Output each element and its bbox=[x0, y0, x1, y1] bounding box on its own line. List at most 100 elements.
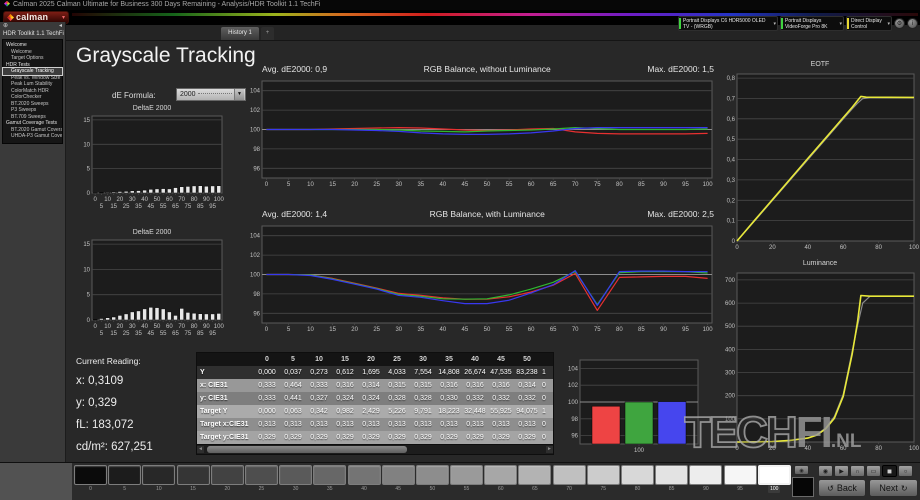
svg-text:65: 65 bbox=[550, 327, 557, 333]
table-row-x-cie31[interactable]: x: CIE31 0,333 0,464 0,333 0,316 0,314 0,315 0,… bbox=[197, 379, 553, 392]
gray-patch-label: 40 bbox=[361, 486, 367, 492]
add-tab-button[interactable]: + bbox=[261, 27, 274, 40]
gray-patch-40[interactable]: 40 bbox=[347, 465, 381, 493]
gray-patch-20[interactable]: 20 bbox=[210, 465, 244, 493]
gray-patch-75[interactable]: 75 bbox=[586, 465, 620, 493]
gray-patch-45[interactable]: 45 bbox=[381, 465, 415, 493]
table-cell: 0,329 bbox=[492, 434, 510, 441]
svg-text:60: 60 bbox=[840, 245, 847, 251]
sidebar-collapse-icon[interactable]: ◂ bbox=[59, 22, 62, 30]
gray-patch-60[interactable]: 60 bbox=[484, 465, 518, 493]
table-cell: 0,332 bbox=[518, 395, 536, 402]
svg-text:85: 85 bbox=[638, 182, 645, 188]
svg-text:0,1: 0,1 bbox=[727, 219, 736, 225]
table-cell: 0,000 bbox=[258, 408, 276, 415]
gray-patch-35[interactable]: 35 bbox=[313, 465, 347, 493]
table-cell: 0,316 bbox=[492, 382, 510, 389]
table-cell-clipped: 1 bbox=[542, 408, 546, 415]
table-column-header: 50 bbox=[523, 356, 531, 363]
info-button[interactable]: i bbox=[907, 18, 918, 29]
pattern-preview[interactable] bbox=[792, 477, 814, 497]
table-cell: 0,313 bbox=[284, 421, 302, 428]
svg-text:15: 15 bbox=[329, 182, 336, 188]
scroll-left-arrow-icon[interactable]: ◄ bbox=[197, 446, 204, 453]
probe-icon[interactable]: ∩ bbox=[850, 465, 865, 477]
sidebar-item-gamut-coverage-tests[interactable]: Gamut Coverage Tests bbox=[3, 120, 62, 127]
svg-text:40: 40 bbox=[141, 197, 148, 203]
svg-text:20: 20 bbox=[351, 182, 358, 188]
de-formula-label: dE Formula: bbox=[112, 91, 156, 100]
gray-patch-100[interactable]: 100 bbox=[757, 465, 791, 493]
rgb-bars-chart: 96 98 100 102 104 100 bbox=[558, 352, 712, 460]
sidebar-expand-icon[interactable]: ⊕ bbox=[3, 22, 8, 30]
svg-text:95: 95 bbox=[682, 182, 689, 188]
device-dropdown-portrait-displays-c6[interactable]: Portrait Displays C6 HDR5000 OLED TV - (… bbox=[678, 16, 778, 31]
gray-patch-swatch bbox=[723, 465, 757, 485]
scrollbar-thumb[interactable] bbox=[207, 446, 407, 453]
gray-patch-65[interactable]: 65 bbox=[518, 465, 552, 493]
gray-patch-95[interactable]: 95 bbox=[723, 465, 757, 493]
pattern-window-icon[interactable]: ◼ bbox=[882, 465, 897, 477]
table-row-y[interactable]: Y 0,000 0,037 0,273 0,612 1,695 4,033 7,554 14,8… bbox=[197, 366, 553, 379]
gray-patch-90[interactable]: 90 bbox=[689, 465, 723, 493]
svg-text:55: 55 bbox=[160, 331, 167, 337]
gray-patch-30[interactable]: 30 bbox=[279, 465, 313, 493]
tab-history-1[interactable]: History 1 bbox=[221, 27, 259, 40]
table-row-target-y[interactable]: Target Y 0,000 0,063 0,342 0,982 2,429 5,226 9,… bbox=[197, 405, 553, 418]
measurement-table: 0 5 10 15 20 25 30 35 40 45 50 Y 0,000 0,037 0,273 0,6… bbox=[196, 352, 554, 455]
gray-patch-85[interactable]: 85 bbox=[655, 465, 689, 493]
gray-patch-25[interactable]: 25 bbox=[244, 465, 278, 493]
gray-patch-0[interactable]: 0 bbox=[74, 465, 107, 493]
sidebar-item-uhda-p3-gamut-coverage[interactable]: UHDA-P3 Gamut Coverage bbox=[3, 133, 62, 140]
gray-patch-15[interactable]: 15 bbox=[176, 465, 210, 493]
gray-patch-70[interactable]: 70 bbox=[552, 465, 586, 493]
table-cell: 0,441 bbox=[284, 395, 302, 402]
svg-text:96: 96 bbox=[571, 434, 578, 440]
gray-patch-swatch bbox=[142, 465, 176, 485]
svg-text:80: 80 bbox=[616, 182, 623, 188]
sidebar-item-grayscale-tracking[interactable]: Grayscale Tracking bbox=[2, 67, 63, 76]
settings-button[interactable]: ⚙ bbox=[894, 18, 905, 29]
gray-patch-50[interactable]: 50 bbox=[415, 465, 449, 493]
gray-patch-swatch bbox=[176, 465, 210, 485]
gray-patch-80[interactable]: 80 bbox=[621, 465, 654, 493]
target-icon[interactable]: ◉ bbox=[818, 465, 833, 477]
table-cell: 0,329 bbox=[518, 434, 536, 441]
top-banner: calman ▾ Portrait Displays C6 HDR5000 OL… bbox=[0, 10, 920, 31]
device-dropdown-portrait-displays-videoforge[interactable]: Portrait Displays VideoForge Pro 8K ▾ bbox=[780, 16, 844, 31]
next-button[interactable]: Next ↻ bbox=[869, 479, 918, 497]
table-cell: 0,328 bbox=[414, 395, 432, 402]
chevron-down-icon[interactable]: ▼ bbox=[234, 89, 244, 100]
play-icon[interactable]: ▶ bbox=[834, 465, 849, 477]
table-cell: 0,327 bbox=[310, 395, 328, 402]
svg-text:70: 70 bbox=[178, 197, 185, 203]
pattern-options-button[interactable]: ◉ bbox=[794, 465, 809, 475]
main-menu-caret-icon[interactable]: ▾ bbox=[62, 14, 65, 21]
table-cell: 47,535 bbox=[490, 369, 512, 376]
table-row-target-x-cie31[interactable]: Target x:CIE31 0,313 0,313 0,313 0,313 0,313 0… bbox=[197, 418, 553, 431]
gray-patch-5[interactable]: 5 bbox=[108, 465, 142, 493]
svg-text:100: 100 bbox=[703, 182, 714, 188]
display-icon[interactable]: ▭ bbox=[866, 465, 881, 477]
device-dropdown-direct-display-control[interactable]: Direct Display Control ▾ bbox=[846, 16, 892, 31]
svg-text:50: 50 bbox=[484, 327, 491, 333]
gray-patch-10[interactable]: 10 bbox=[142, 465, 176, 493]
svg-text:100: 100 bbox=[725, 417, 736, 423]
svg-text:10: 10 bbox=[104, 197, 111, 203]
table-row-target-y-cie31[interactable]: Target y:CIE31 0,329 0,329 0,329 0,329 0,329 0… bbox=[197, 431, 553, 444]
de-formula-dropdown[interactable]: 2000 ▼ bbox=[176, 88, 246, 101]
svg-text:65: 65 bbox=[172, 204, 179, 210]
reading-fl: fL: 183,072 bbox=[76, 419, 134, 431]
scroll-right-arrow-icon[interactable]: ► bbox=[546, 446, 553, 453]
svg-text:10: 10 bbox=[83, 267, 90, 273]
chevron-down-icon: ▾ bbox=[773, 20, 776, 27]
table-scrollbar[interactable]: ◄ ► bbox=[197, 444, 553, 454]
gray-patch-55[interactable]: 55 bbox=[450, 465, 484, 493]
lamp-icon[interactable]: ○ bbox=[898, 465, 913, 477]
back-button[interactable]: ↺ Back bbox=[818, 479, 866, 497]
gray-patch-swatch bbox=[108, 465, 142, 485]
table-row-y-cie31[interactable]: y: CIE31 0,333 0,441 0,327 0,324 0,324 0,328 0,… bbox=[197, 392, 553, 405]
table-cell: 0,315 bbox=[414, 382, 432, 389]
rgb-balance-2-title: RGB Balance, with Luminance bbox=[429, 209, 545, 219]
table-cell: 0,313 bbox=[388, 421, 406, 428]
